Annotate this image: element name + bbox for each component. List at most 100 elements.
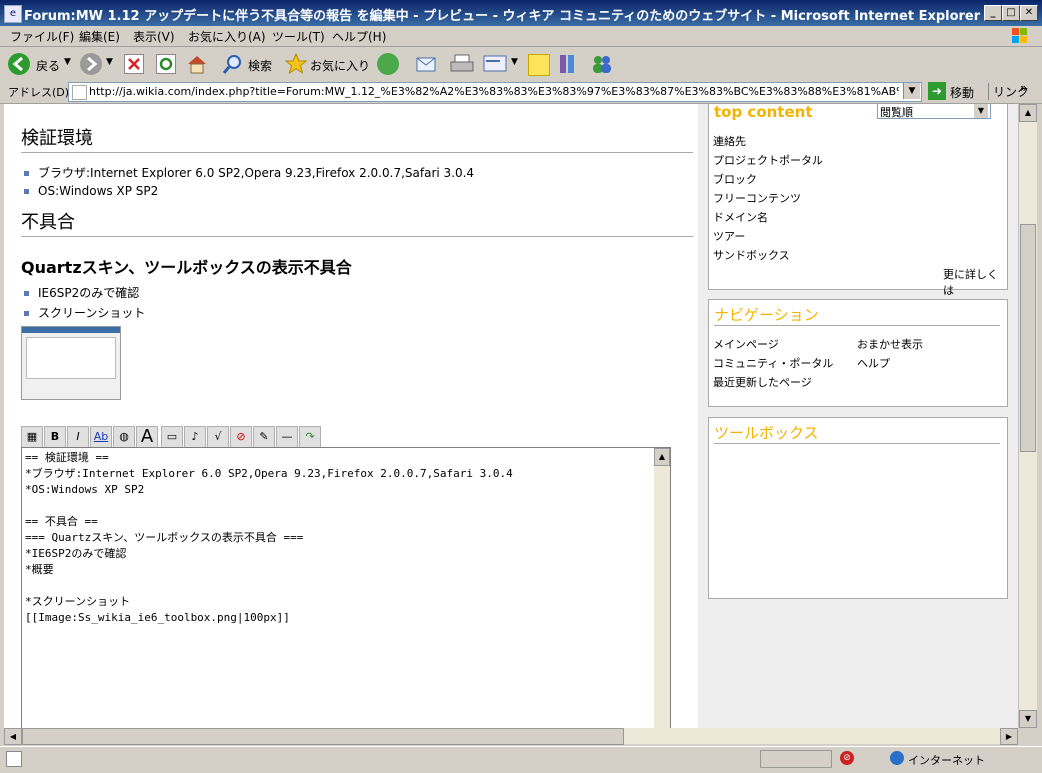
go-button-label[interactable]: 移動 xyxy=(950,84,974,101)
hscroll-thumb[interactable] xyxy=(22,728,624,745)
embedded-image-icon[interactable]: ▭ xyxy=(161,426,183,448)
back-button-label[interactable]: 戻る xyxy=(36,57,60,74)
menu-tools[interactable]: ツール(T) xyxy=(272,28,325,45)
search-icon[interactable] xyxy=(222,53,244,75)
forward-arrow-icon[interactable] xyxy=(80,53,102,75)
italic-icon[interactable]: I xyxy=(67,426,89,448)
picture-insert-icon[interactable]: ▦ xyxy=(21,426,43,448)
menu-edit[interactable]: 編集(E) xyxy=(79,28,120,45)
popup-blocked-icon[interactable]: ⊘ xyxy=(840,751,854,765)
menu-bar: ファイル(F) 編集(E) 表示(V) お気に入り(A) ツール(T) ヘルプ(… xyxy=(0,26,1042,47)
title-bar: e Forum:MW 1.12 アップデートに伴う不具合等の報告 を編集中 - … xyxy=(0,0,1042,26)
math-formula-icon[interactable]: √ xyxy=(207,426,229,448)
list-item: ブラウザ:Internet Explorer 6.0 SP2,Opera 9.2… xyxy=(24,164,474,181)
discuss-icon[interactable] xyxy=(528,54,550,76)
more-link[interactable]: 更に詳しくは xyxy=(943,266,1007,298)
nav-link-recent-changes[interactable]: 最近更新したページ xyxy=(713,374,812,390)
nav-link-community-portal[interactable]: コミュニティ・ポータル xyxy=(713,355,833,371)
sort-select[interactable]: 閲覧順 ▼ xyxy=(877,104,991,119)
back-arrow-icon[interactable] xyxy=(8,53,30,75)
nav-link-main-page[interactable]: メインページ xyxy=(713,336,779,352)
print-icon[interactable] xyxy=(450,54,474,74)
address-url-text[interactable]: http://ja.wikia.com/index.php?title=Foru… xyxy=(89,85,899,98)
sidebar-link[interactable]: サンドボックス xyxy=(713,247,790,263)
sort-select-value[interactable]: 閲覧順 xyxy=(880,104,913,120)
back-dropdown-icon[interactable]: ▼ xyxy=(64,57,71,67)
refresh-icon[interactable] xyxy=(156,54,176,74)
sidebar-link[interactable]: 連絡先 xyxy=(713,133,746,149)
nav-link-random[interactable]: おまかせ表示 xyxy=(857,336,923,352)
search-button-label[interactable]: 検索 xyxy=(248,57,272,74)
signature-icon[interactable]: ✎ xyxy=(253,426,275,448)
bold-icon[interactable]: B xyxy=(44,426,66,448)
page-icon xyxy=(72,85,87,100)
edit-dropdown-icon[interactable]: ▼ xyxy=(511,57,518,67)
scroll-up-icon[interactable]: ▲ xyxy=(654,448,670,466)
horizontal-line-icon[interactable]: — xyxy=(276,426,298,448)
menu-view[interactable]: 表示(V) xyxy=(133,28,175,45)
subsection-heading: Quartzスキン、ツールボックスの表示不具合 xyxy=(21,258,352,277)
sidebar-link[interactable]: ブロック xyxy=(713,171,757,187)
menu-favorites[interactable]: お気に入り(A) xyxy=(188,28,266,45)
headline-icon[interactable]: A xyxy=(136,426,158,448)
menu-help[interactable]: ヘルプ(H) xyxy=(332,28,386,45)
edit-textarea[interactable]: == 検証環境 == *ブラウザ:Internet Explorer 6.0 S… xyxy=(21,447,671,728)
section-heading-env: 検証環境 xyxy=(21,124,693,153)
maximize-button[interactable]: □ xyxy=(1002,5,1020,21)
go-arrow-icon[interactable]: ➜ xyxy=(928,82,946,100)
vertical-scrollbar[interactable]: ▲ ▼ xyxy=(1018,104,1037,728)
scroll-right-icon[interactable]: ▶ xyxy=(1000,728,1018,745)
screenshot-thumbnail[interactable] xyxy=(21,326,121,400)
sidebar-link[interactable]: プロジェクトポータル xyxy=(713,152,823,168)
top-content-title: top content xyxy=(714,104,813,121)
toolbox-title: ツールボックス xyxy=(714,422,1000,444)
history-icon[interactable] xyxy=(377,53,399,75)
navigation-title: ナビゲーション xyxy=(714,304,1000,326)
sidebar-link[interactable]: ドメイン名 xyxy=(713,209,768,225)
address-label: アドレス(D) xyxy=(8,86,70,99)
home-icon[interactable] xyxy=(186,53,208,75)
ie-app-icon: e xyxy=(4,5,22,23)
edit-page-icon[interactable] xyxy=(483,55,507,73)
redirect-icon[interactable]: ↷ xyxy=(299,426,321,448)
favorites-star-icon[interactable] xyxy=(284,52,308,75)
sidebar-link[interactable]: ツアー xyxy=(713,228,745,244)
scroll-left-icon[interactable]: ◀ xyxy=(4,728,22,745)
address-dropdown-icon[interactable]: ▼ xyxy=(903,83,920,99)
page-status-icon xyxy=(6,751,22,767)
media-icon[interactable]: ♪ xyxy=(184,426,206,448)
close-button[interactable]: ✕ xyxy=(1020,5,1038,21)
select-dropdown-icon[interactable]: ▼ xyxy=(974,104,988,118)
research-icon[interactable] xyxy=(557,53,579,75)
window-title: Forum:MW 1.12 アップデートに伴う不具合等の報告 を編集中 - プレ… xyxy=(24,9,981,24)
horizontal-scrollbar[interactable]: ◀ ▶ xyxy=(4,728,1018,745)
section-heading-bugs: 不具合 xyxy=(21,208,693,237)
stop-icon[interactable] xyxy=(124,54,144,74)
menu-file[interactable]: ファイル(F) xyxy=(10,28,74,45)
address-input[interactable]: http://ja.wikia.com/index.php?title=Foru… xyxy=(68,82,922,102)
sidebar-link[interactable]: フリーコンテンツ xyxy=(713,190,801,206)
address-bar: アドレス(D) http://ja.wikia.com/index.php?ti… xyxy=(0,81,1042,104)
nowiki-icon[interactable]: ⊘ xyxy=(230,426,252,448)
mail-icon[interactable] xyxy=(416,55,438,73)
messenger-icon[interactable] xyxy=(590,53,614,75)
scroll-thumb[interactable] xyxy=(1020,224,1036,452)
textarea-scrollbar[interactable]: ▲ xyxy=(654,448,670,728)
scroll-down-icon[interactable]: ▼ xyxy=(1019,710,1037,728)
security-zone-label: インターネット xyxy=(908,754,985,767)
toolbox-box: ツールボックス xyxy=(708,417,1008,599)
scroll-up-icon[interactable]: ▲ xyxy=(1019,104,1037,122)
standard-toolbar: 戻る ▼ ▼ 検索 お気に入り ▼ xyxy=(0,47,1042,82)
edit-textarea-content[interactable]: == 検証環境 == *ブラウザ:Internet Explorer 6.0 S… xyxy=(25,450,645,626)
list-item: IE6SP2のみで確認 xyxy=(24,284,139,301)
favorites-button-label[interactable]: お気に入り xyxy=(310,57,370,74)
forward-dropdown-icon[interactable]: ▼ xyxy=(106,57,113,67)
windows-logo-icon xyxy=(1000,26,1040,46)
list-item: スクリーンショット xyxy=(24,304,145,321)
external-link-globe-icon[interactable]: ◍ xyxy=(113,426,135,448)
links-chevron-icon[interactable]: » xyxy=(1020,81,1027,95)
nav-link-help[interactable]: ヘルプ xyxy=(857,355,890,371)
minimize-button[interactable]: _ xyxy=(984,5,1002,21)
page-content: 検証環境 ブラウザ:Internet Explorer 6.0 SP2,Oper… xyxy=(4,104,1018,728)
internal-link-icon[interactable]: Ab xyxy=(90,426,112,448)
